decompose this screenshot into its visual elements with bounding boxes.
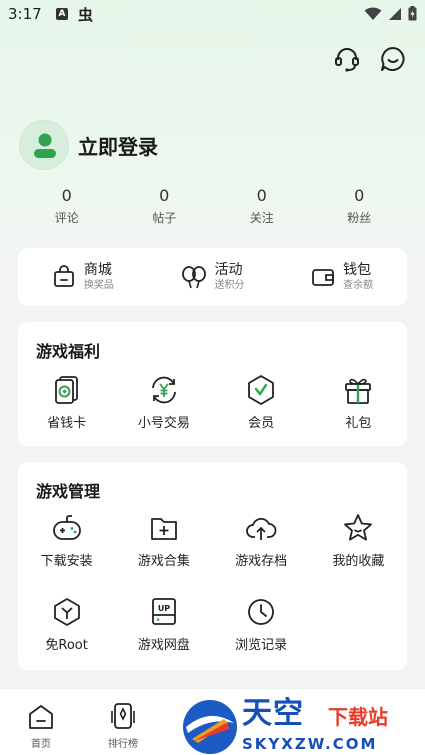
manage-item-label: 浏览记录 — [235, 638, 288, 653]
game-welfare-card: 游戏福利 省钱卡 小号交易 会员 礼包 — [18, 322, 407, 446]
manage-item-favorites[interactable]: 我的收藏 — [310, 512, 407, 569]
quick-link-mall[interactable]: 商城 换奖品 — [18, 248, 148, 306]
nav-home[interactable]: 首页 — [26, 703, 56, 750]
welfare-item-label: 礼包 — [345, 416, 372, 431]
stat-value: 0 — [256, 186, 267, 205]
manage-item-label: 我的收藏 — [332, 554, 385, 569]
wallet-icon — [312, 269, 335, 286]
welfare-item-label: 会员 — [248, 416, 275, 431]
savings-card-icon — [54, 376, 78, 404]
stat-posts[interactable]: 0 帖子 — [116, 186, 214, 228]
manage-item-label: 游戏网盘 — [137, 638, 190, 653]
quick-link-wallet[interactable]: 钱包 查余额 — [277, 248, 407, 306]
stat-label: 粉丝 — [347, 211, 372, 225]
stat-fans[interactable]: 0 粉丝 — [311, 186, 409, 228]
quick-link-title: 钱包 — [343, 261, 372, 278]
welfare-item-savings-card[interactable]: 省钱卡 — [18, 374, 115, 431]
folder-plus-icon — [150, 518, 177, 540]
manage-item-no-root[interactable]: 免Root — [18, 596, 115, 653]
customer-service-headset-icon[interactable] — [333, 45, 361, 73]
balloons-icon — [181, 266, 206, 289]
manage-item-history[interactable]: 浏览记录 — [213, 596, 310, 653]
stat-label: 关注 — [249, 211, 274, 225]
game-management-card: 游戏管理 下载安装 游戏合集 游戏存档 我的收藏 免Root UP 游戏网盘 浏… — [18, 462, 407, 670]
login-button[interactable]: 立即登录 — [78, 131, 158, 160]
welfare-item-vip[interactable]: 会员 — [213, 374, 310, 431]
manage-item-collection[interactable]: 游戏合集 — [115, 512, 212, 569]
message-bubble-icon[interactable] — [379, 45, 407, 73]
cloud-drive-icon: UP — [151, 598, 176, 625]
ranking-icon — [111, 703, 135, 729]
notification-a-icon: A — [56, 8, 68, 20]
clock-icon — [248, 599, 275, 625]
manage-item-download[interactable]: 下载安装 — [18, 512, 115, 569]
nav-label: 排行榜 — [108, 739, 138, 750]
nav-label: 首页 — [31, 739, 51, 750]
quick-link-subtitle: 换奖品 — [83, 279, 114, 291]
star-icon — [344, 514, 373, 541]
watermark-logo: 天空 下载站 SKYXZW.COM — [178, 697, 425, 755]
nav-ranking[interactable]: 排行榜 — [108, 701, 138, 750]
quick-link-subtitle: 查余额 — [343, 279, 374, 291]
status-bar: 3:17 A 虫 — [0, 0, 425, 30]
welfare-item-gift[interactable]: 礼包 — [310, 374, 407, 431]
gamepad-icon — [52, 515, 81, 540]
watermark-brand: 天空 — [242, 696, 304, 731]
manage-item-cloud-drive[interactable]: UP 游戏网盘 — [115, 596, 212, 653]
status-time: 3:17 — [8, 5, 42, 23]
manage-item-label: 游戏合集 — [137, 554, 190, 569]
vip-badge-icon — [248, 375, 275, 405]
home-icon — [29, 705, 53, 729]
yuan-exchange-icon — [151, 376, 176, 404]
manage-item-saves[interactable]: 游戏存档 — [213, 512, 310, 569]
profile-stats: 0 评论 0 帖子 0 关注 0 粉丝 — [18, 186, 408, 228]
watermark-tag: 下载站 — [328, 705, 388, 729]
svg-text:UP: UP — [158, 604, 170, 613]
stat-label: 帖子 — [152, 211, 177, 225]
welfare-item-account-trade[interactable]: 小号交易 — [115, 374, 212, 431]
stat-value: 0 — [61, 186, 72, 205]
gift-icon — [345, 378, 372, 404]
top-action-icons — [333, 45, 407, 73]
manage-item-label: 下载安装 — [40, 554, 93, 569]
stat-comments[interactable]: 0 评论 — [18, 186, 116, 228]
shopping-bag-icon — [53, 265, 74, 287]
section-title: 游戏福利 — [36, 342, 101, 361]
welfare-item-label: 省钱卡 — [47, 416, 87, 431]
avatar[interactable] — [19, 120, 69, 170]
stat-value: 0 — [354, 186, 365, 205]
status-right-icons — [364, 6, 417, 21]
quick-link-title: 商城 — [83, 261, 112, 278]
stat-value: 0 — [159, 186, 170, 205]
site-logo-icon — [183, 700, 237, 754]
stat-following[interactable]: 0 关注 — [213, 186, 311, 228]
section-title: 游戏管理 — [36, 482, 101, 501]
welfare-item-label: 小号交易 — [137, 416, 190, 431]
user-icon — [34, 133, 56, 158]
quick-link-activity[interactable]: 活动 送积分 — [148, 248, 278, 306]
watermark-url: SKYXZW.COM — [242, 735, 378, 753]
quick-links-card: 商城 换奖品 活动 送积分 钱包 查余额 — [18, 248, 407, 306]
manage-item-label: 免Root — [45, 638, 88, 653]
battery-icon — [408, 6, 417, 21]
quick-link-title: 活动 — [214, 261, 243, 278]
cloud-upload-icon — [246, 517, 277, 540]
notification-bug-icon: 虫 — [78, 6, 94, 24]
quick-link-subtitle: 送积分 — [214, 279, 245, 291]
stat-label: 评论 — [54, 211, 79, 225]
root-free-icon — [53, 598, 80, 626]
manage-item-label: 游戏存档 — [235, 554, 288, 569]
wifi-icon — [364, 7, 382, 20]
signal-icon — [389, 7, 401, 20]
